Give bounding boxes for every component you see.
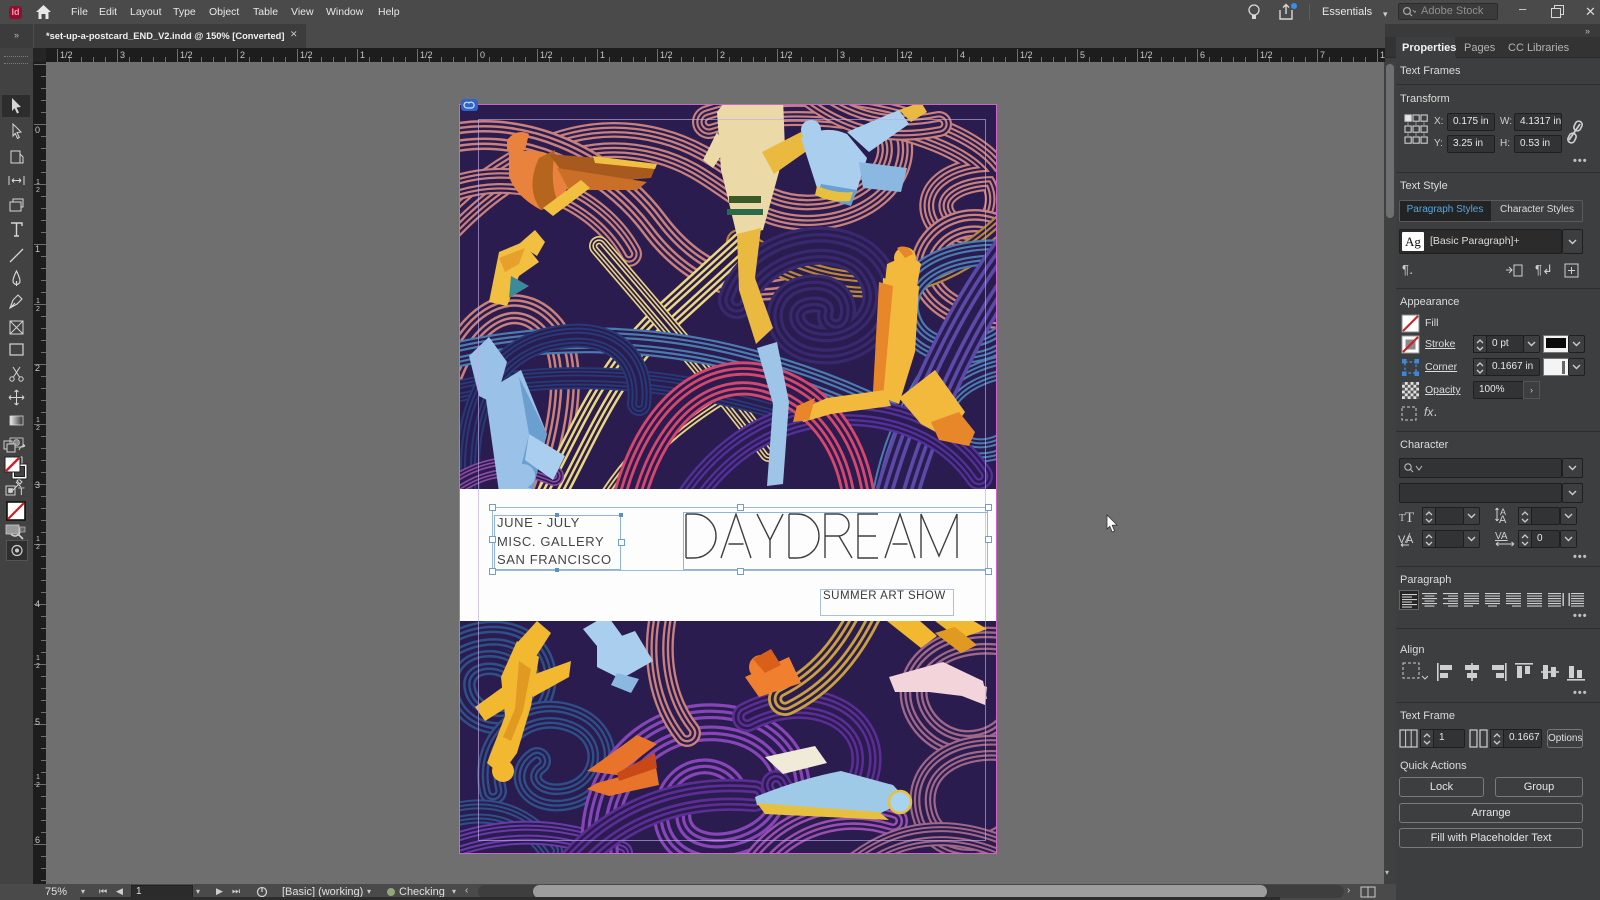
svg-text:1/2: 1/2 — [540, 50, 553, 60]
svg-text:1/2: 1/2 — [660, 50, 673, 60]
svg-text:1: 1 — [36, 655, 40, 662]
svg-text:2: 2 — [36, 187, 40, 194]
svg-text:2: 2 — [36, 663, 40, 670]
svg-text:1/2: 1/2 — [1140, 50, 1153, 60]
svg-text:1: 1 — [36, 298, 40, 305]
svg-text:2: 2 — [36, 306, 40, 313]
svg-text:2: 2 — [36, 782, 40, 789]
svg-text:1/2: 1/2 — [180, 50, 193, 60]
svg-text:6: 6 — [35, 835, 40, 845]
svg-text:0: 0 — [35, 125, 40, 135]
svg-text:1/2: 1/2 — [1260, 50, 1273, 60]
svg-text:3: 3 — [35, 480, 40, 490]
svg-text:2: 2 — [35, 363, 40, 373]
svg-text:1: 1 — [36, 417, 40, 424]
svg-text:A: A — [1406, 534, 1414, 546]
svg-text:1: 1 — [600, 50, 605, 60]
svg-text:1: 1 — [360, 50, 365, 60]
svg-text:1: 1 — [36, 179, 40, 186]
svg-text:5: 5 — [35, 717, 40, 727]
svg-text:1: 1 — [35, 244, 40, 254]
svg-text:1/2: 1/2 — [60, 50, 73, 60]
svg-text:2: 2 — [36, 544, 40, 551]
svg-text:0: 0 — [480, 50, 485, 60]
svg-text:T: T — [1405, 510, 1414, 524]
svg-text:1/2: 1/2 — [1020, 50, 1033, 60]
svg-text:3: 3 — [120, 50, 125, 60]
svg-text:1: 1 — [36, 774, 40, 781]
svg-text:1: 1 — [36, 536, 40, 543]
svg-text:2: 2 — [36, 425, 40, 432]
svg-text:T: T — [18, 486, 25, 497]
svg-text:7: 7 — [1320, 50, 1325, 60]
svg-text:5: 5 — [1080, 50, 1085, 60]
svg-text:1/2: 1/2 — [780, 50, 793, 60]
svg-text:1/2: 1/2 — [300, 50, 313, 60]
svg-text:A: A — [1499, 514, 1507, 525]
svg-text:1/2: 1/2 — [900, 50, 913, 60]
svg-text:2: 2 — [240, 50, 245, 60]
svg-text:4: 4 — [960, 50, 965, 60]
svg-text:4: 4 — [35, 599, 40, 609]
svg-text:6: 6 — [1200, 50, 1205, 60]
svg-text:3: 3 — [840, 50, 845, 60]
svg-text:VA: VA — [1495, 531, 1508, 542]
svg-text:1/2: 1/2 — [420, 50, 433, 60]
svg-text:2: 2 — [720, 50, 725, 60]
